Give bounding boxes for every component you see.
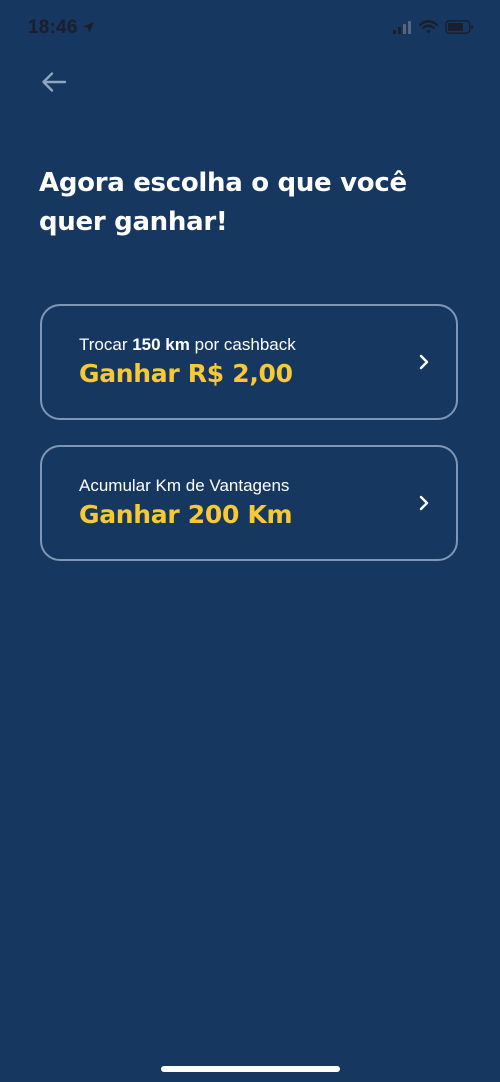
option-label: Trocar 150 km por cashback bbox=[79, 335, 296, 355]
battery-icon bbox=[445, 19, 474, 38]
option-label-distance: 150 km bbox=[132, 335, 190, 354]
option-label-prefix: Acumular Km de Vantagens bbox=[79, 476, 290, 495]
cashback-option-card[interactable]: Trocar 150 km por cashback Ganhar R$ 2,0… bbox=[40, 304, 458, 420]
arrow-left-icon bbox=[41, 71, 67, 97]
status-bar: 18:46 bbox=[0, 0, 500, 58]
status-time: 18:46 bbox=[28, 17, 78, 38]
back-button[interactable] bbox=[36, 66, 72, 102]
cellular-signal-icon bbox=[393, 19, 412, 38]
wifi-icon bbox=[418, 19, 439, 38]
option-label: Acumular Km de Vantagens bbox=[79, 476, 289, 496]
location-arrow-icon bbox=[82, 19, 95, 38]
status-indicators bbox=[393, 19, 474, 38]
accumulate-km-option-card[interactable]: Acumular Km de Vantagens Ganhar 200 Km bbox=[40, 445, 458, 561]
status-time-group: 18:46 bbox=[28, 17, 95, 39]
chevron-right-icon bbox=[416, 353, 432, 371]
page-title: Agora escolha o que você quer ganhar! bbox=[39, 168, 407, 237]
chevron-right-icon bbox=[416, 494, 432, 512]
option-value: Ganhar R$ 2,00 bbox=[79, 359, 293, 388]
option-label-suffix: por cashback bbox=[189, 335, 296, 354]
home-indicator[interactable] bbox=[161, 1066, 340, 1072]
option-value: Ganhar 200 Km bbox=[79, 500, 293, 529]
option-label-prefix: Trocar bbox=[79, 335, 133, 354]
